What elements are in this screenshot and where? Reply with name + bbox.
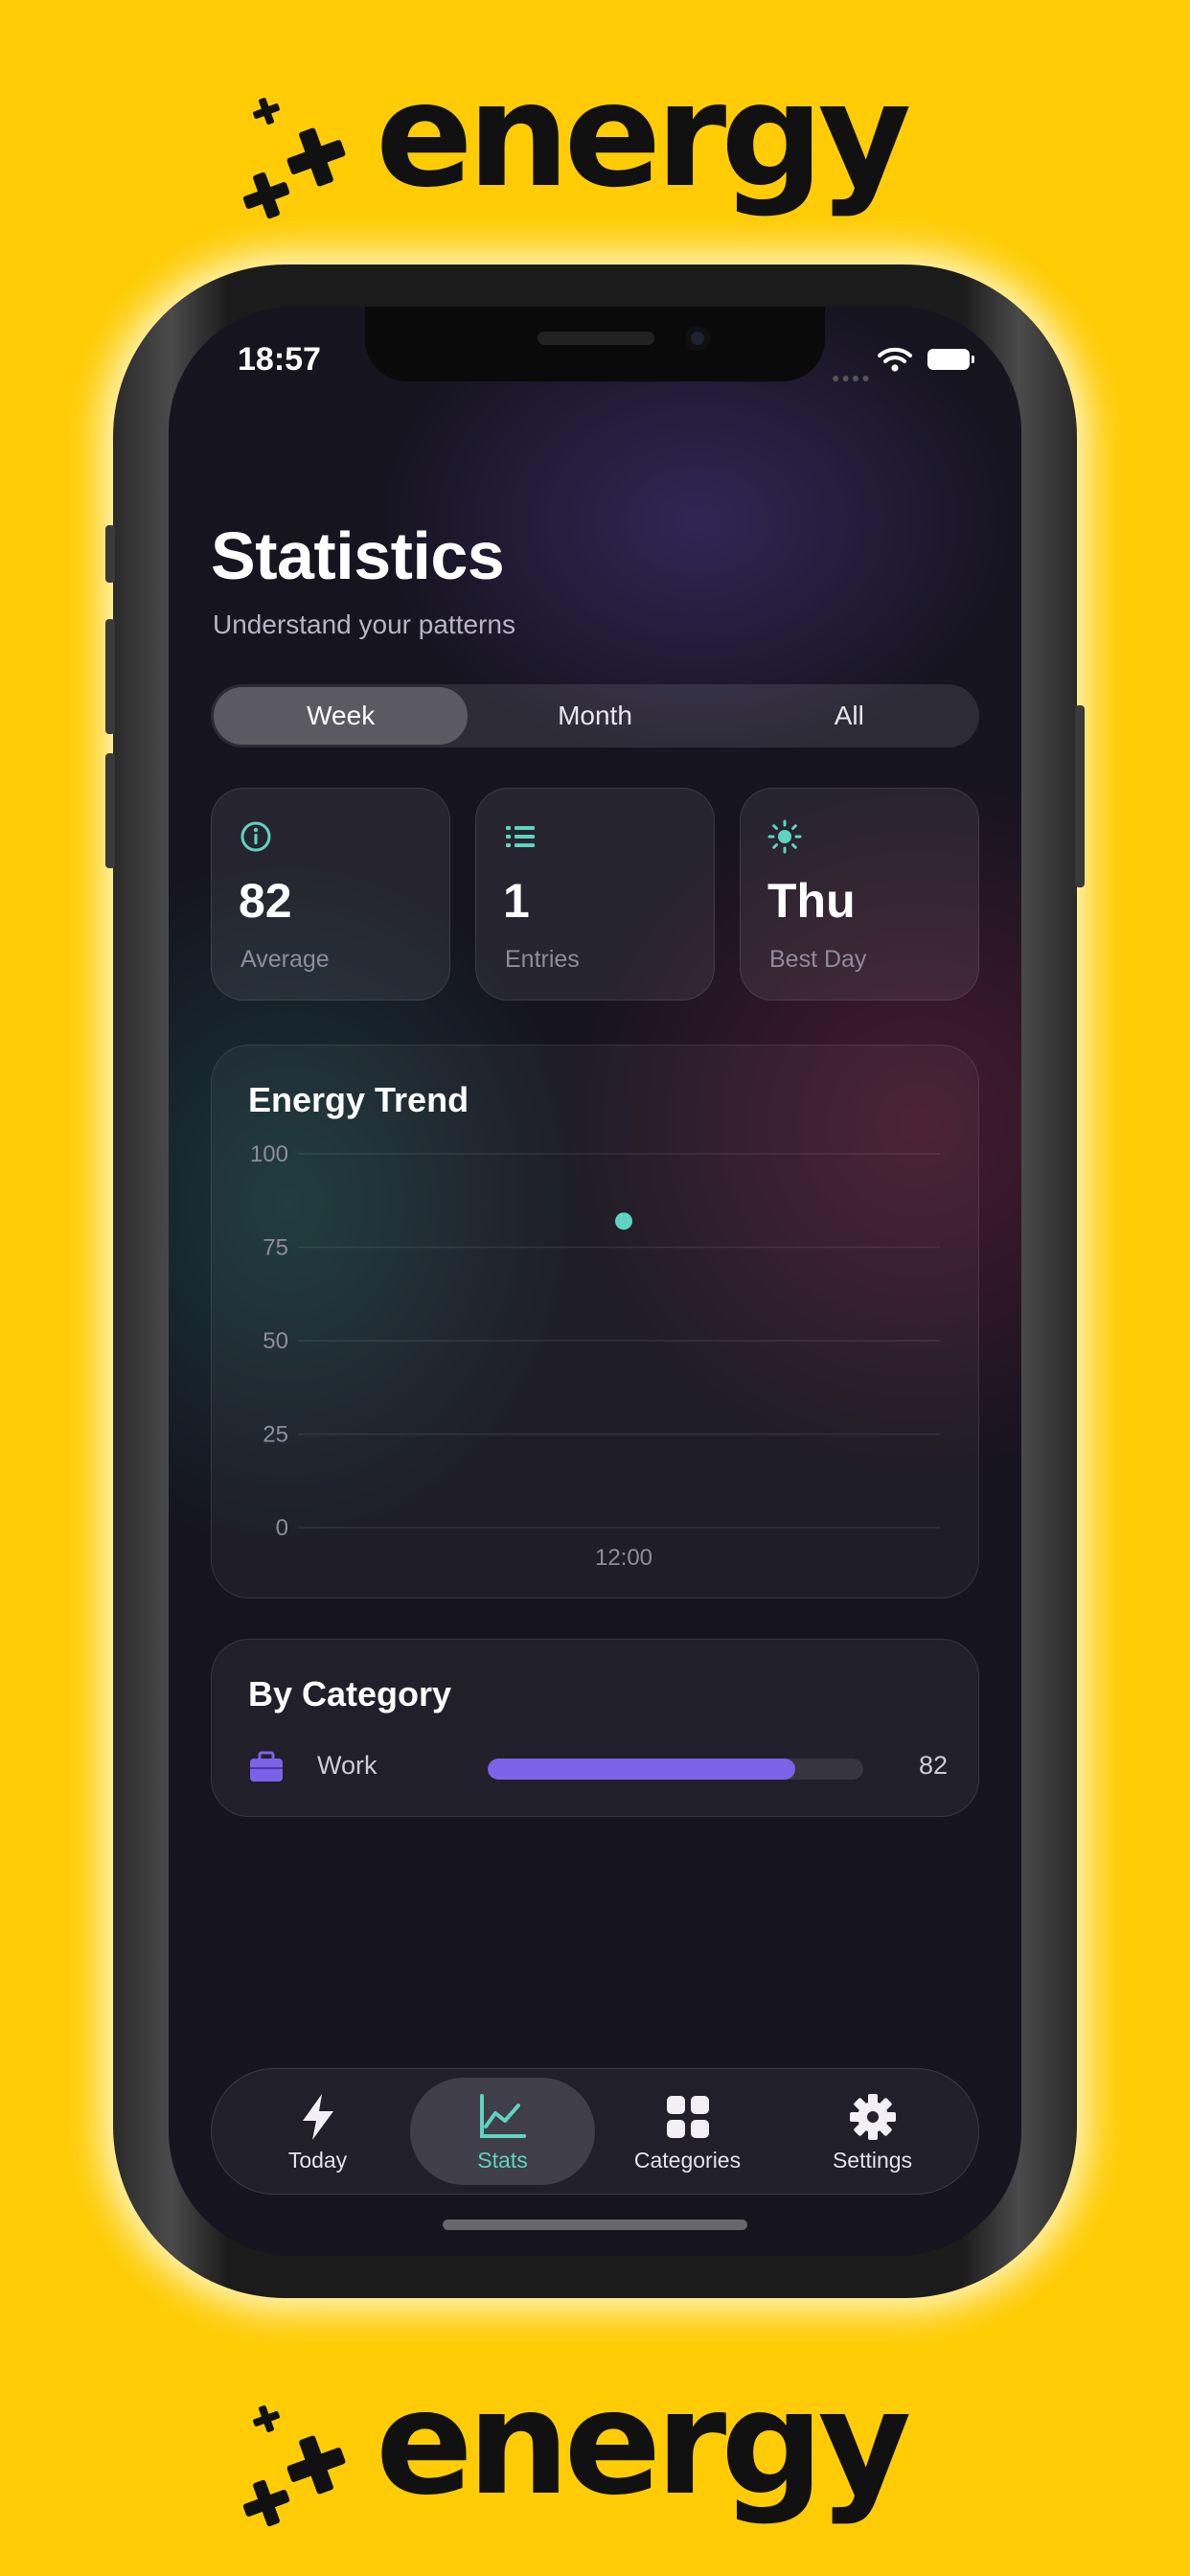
by-category-title: By Category — [248, 1674, 452, 1714]
plus-mark-icon — [242, 98, 346, 219]
brand-logo-top: energy — [230, 59, 958, 242]
energy-trend-chart: 100 75 50 25 0 12:00 — [250, 1141, 940, 1571]
category-progress-fill — [488, 1759, 796, 1780]
tab-label: Categories — [633, 2147, 742, 2173]
grid-icon — [666, 2095, 709, 2138]
brand-wordmark: energy — [376, 53, 911, 219]
y-tick-label: 0 — [276, 1515, 288, 1541]
stat-label: Average — [240, 946, 330, 973]
y-tick-label: 50 — [263, 1328, 288, 1354]
status-time: 18:57 — [238, 341, 321, 378]
app-screen: 18:57 ●●●● Statistics Understand your pa… — [169, 307, 1021, 2256]
x-tick-label: 12:00 — [595, 1545, 652, 1571]
gear-icon — [849, 2093, 896, 2140]
period-segmented-control: Week Month All — [211, 684, 979, 748]
info-icon — [240, 821, 271, 852]
page-subtitle: Understand your patterns — [213, 610, 515, 639]
y-tick-label: 100 — [250, 1141, 288, 1167]
briefcase-icon — [250, 1751, 283, 1782]
wifi-icon — [878, 347, 912, 372]
tab-label: Settings — [832, 2147, 913, 2173]
category-progress-bar — [488, 1759, 863, 1780]
stat-value: 1 — [503, 874, 530, 928]
stat-label: Best Day — [769, 946, 867, 973]
tab-stats[interactable]: Stats — [410, 2078, 595, 2185]
category-value: 82 — [918, 1751, 948, 1780]
stat-card-entries: 1 Entries — [475, 788, 715, 1000]
stat-card-best-day: Thu Best Day — [740, 788, 979, 1000]
battery-icon — [927, 349, 974, 370]
plus-mark-icon — [242, 2405, 346, 2527]
sun-icon — [767, 819, 802, 854]
cellular-signal-icon: ●●●● — [832, 370, 872, 385]
tab-label: Today — [287, 2147, 348, 2173]
brand-logo-bottom: energy — [230, 2367, 958, 2549]
chart-icon — [479, 2093, 526, 2138]
notch — [365, 307, 825, 381]
segment-all[interactable]: All — [722, 687, 976, 745]
y-tick-label: 75 — [263, 1235, 288, 1261]
tab-today[interactable]: Today — [225, 2078, 410, 2185]
by-category-card: By Category Work 82 — [211, 1639, 979, 1817]
segment-month[interactable]: Month — [468, 687, 721, 745]
y-tick-label: 25 — [263, 1422, 288, 1448]
stat-value: Thu — [767, 874, 856, 928]
tab-label: Stats — [477, 2147, 528, 2173]
energy-trend-card: Energy Trend 100 75 50 25 0 12:00 — [211, 1045, 979, 1598]
category-name: Work — [317, 1751, 378, 1780]
tab-bar: Today Stats Categories Settings — [211, 2068, 979, 2195]
stat-value: 82 — [239, 874, 292, 928]
data-point[interactable] — [615, 1212, 632, 1230]
stat-label: Entries — [505, 946, 580, 973]
list-icon — [506, 826, 535, 847]
brand-wordmark: energy — [376, 2360, 911, 2527]
stat-card-average: 82 Average — [211, 788, 450, 1000]
page-title: Statistics — [211, 518, 505, 593]
category-row-work[interactable]: Work 82 — [248, 1745, 948, 1789]
home-indicator — [443, 2220, 747, 2230]
bolt-icon — [302, 2093, 333, 2140]
tab-settings[interactable]: Settings — [780, 2078, 965, 2185]
tab-categories[interactable]: Categories — [595, 2078, 780, 2185]
segment-week[interactable]: Week — [214, 687, 469, 745]
